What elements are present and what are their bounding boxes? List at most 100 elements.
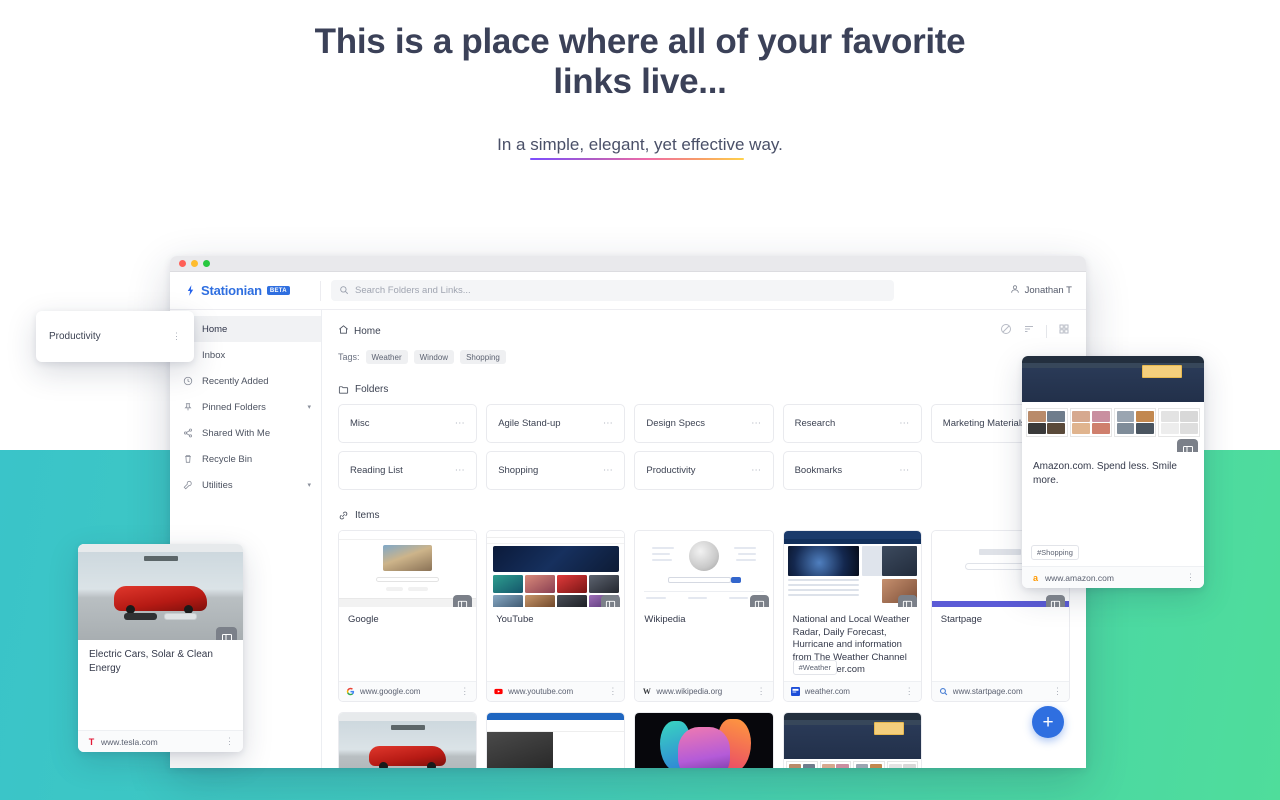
sidebar-item-shared-with-me[interactable]: Shared With Me bbox=[170, 420, 321, 446]
add-button[interactable]: + bbox=[1032, 706, 1064, 738]
folder-menu-icon[interactable]: ⋯ bbox=[603, 465, 614, 476]
folder-menu-icon[interactable]: ⋯ bbox=[751, 465, 762, 476]
link-card[interactable] bbox=[486, 712, 626, 768]
pin-icon bbox=[182, 402, 193, 413]
breadcrumb-label: Home bbox=[354, 325, 381, 337]
hero-subtitle-prefix: In a bbox=[497, 135, 531, 154]
tags-label: Tags: bbox=[338, 352, 360, 362]
app-window: Stationian BETA Jonathan T bbox=[170, 256, 1086, 768]
reader-view-icon[interactable] bbox=[749, 595, 769, 607]
window-maximize-button[interactable] bbox=[203, 260, 210, 267]
folder-menu-icon[interactable]: ⋯ bbox=[899, 465, 910, 476]
reader-view-icon[interactable] bbox=[897, 595, 917, 607]
folder-card[interactable]: Design Specs ⋯ bbox=[634, 404, 774, 443]
link-card[interactable]: YouTube www.youtube.com ⋮ bbox=[486, 530, 626, 702]
breadcrumb[interactable]: Home bbox=[338, 324, 381, 338]
folder-name: Design Specs bbox=[646, 418, 706, 429]
folder-card[interactable]: Bookmarks ⋯ bbox=[782, 451, 922, 490]
link-body: Wikipedia bbox=[635, 607, 772, 681]
reader-view-icon[interactable] bbox=[453, 595, 473, 607]
link-card[interactable]: Wikipedia W www.wikipedia.org ⋮ bbox=[634, 530, 774, 702]
reader-view-icon[interactable] bbox=[601, 595, 621, 607]
link-card[interactable] bbox=[338, 712, 478, 768]
trash-icon bbox=[182, 454, 193, 465]
link-tag[interactable]: #Shopping bbox=[1031, 545, 1079, 560]
app-body: Home Inbox Recently Added Pinned Folders… bbox=[170, 310, 1086, 768]
sidebar-item-label: Recently Added bbox=[202, 375, 269, 387]
link-menu-icon[interactable]: ⋮ bbox=[757, 686, 766, 697]
window-close-button[interactable] bbox=[179, 260, 186, 267]
sidebar-item-label: Pinned Folders bbox=[202, 401, 266, 413]
link-card[interactable] bbox=[782, 712, 922, 768]
folder-menu-icon[interactable]: ⋯ bbox=[455, 418, 466, 429]
link-menu-icon[interactable]: ⋮ bbox=[608, 686, 617, 697]
folder-menu-icon[interactable]: ⋯ bbox=[455, 465, 466, 476]
folder-menu-icon[interactable]: ⋯ bbox=[603, 418, 614, 429]
link-menu-icon[interactable]: ⋮ bbox=[225, 736, 234, 747]
link-card[interactable]: Google www.google.com ⋮ bbox=[338, 530, 478, 702]
sidebar-item-pinned-folders[interactable]: Pinned Folders ▾ bbox=[170, 394, 321, 420]
app-topbar: Stationian BETA Jonathan T bbox=[170, 272, 1086, 310]
link-title: Google bbox=[348, 614, 379, 625]
grid-view-icon[interactable] bbox=[1058, 322, 1070, 340]
folder-name: Research bbox=[794, 418, 836, 429]
floating-folder-card[interactable]: Productivity ⋮ bbox=[36, 311, 194, 362]
link-card[interactable]: National and Local Weather Radar, Daily … bbox=[782, 530, 922, 702]
tag-chip[interactable]: Window bbox=[413, 350, 455, 364]
neon-site-mock bbox=[635, 713, 773, 768]
sidebar-item-recently-added[interactable]: Recently Added bbox=[170, 368, 321, 394]
folder-card[interactable]: Agile Stand-up ⋯ bbox=[486, 404, 626, 443]
window-minimize-button[interactable] bbox=[191, 260, 198, 267]
folder-name: Shopping bbox=[498, 465, 539, 476]
brand-logo[interactable]: Stationian BETA bbox=[184, 283, 316, 298]
folders-grid: Misc ⋯ Agile Stand-up ⋯ Design Specs ⋯ R… bbox=[338, 404, 1070, 490]
folder-card[interactable]: Reading List ⋯ bbox=[338, 451, 478, 490]
toolbar-divider bbox=[1046, 324, 1047, 338]
tag-chip[interactable]: Weather bbox=[365, 350, 408, 364]
tag-chip[interactable]: Shopping bbox=[460, 350, 506, 364]
share-icon bbox=[182, 428, 193, 439]
chevron-down-icon: ▾ bbox=[307, 482, 311, 489]
link-menu-icon[interactable]: ⋮ bbox=[1053, 686, 1062, 697]
link-url: weather.com bbox=[804, 687, 850, 696]
folder-menu-icon[interactable]: ⋯ bbox=[751, 418, 762, 429]
link-thumbnail bbox=[487, 531, 625, 607]
sidebar-item-label: Utilities bbox=[202, 479, 233, 491]
items-heading: Items bbox=[355, 510, 380, 521]
link-menu-icon[interactable]: ⋮ bbox=[1186, 572, 1195, 583]
search-favicon bbox=[939, 687, 948, 696]
no-entry-icon[interactable] bbox=[1000, 322, 1012, 340]
folder-card[interactable]: Research ⋯ bbox=[782, 404, 922, 443]
search-input[interactable] bbox=[355, 285, 886, 296]
reader-view-icon[interactable] bbox=[1177, 439, 1198, 452]
dc-windows-site-mock bbox=[487, 713, 625, 768]
breadcrumb-row: Home bbox=[338, 322, 1070, 340]
reader-view-icon[interactable] bbox=[1045, 595, 1065, 607]
items-section-header: Items bbox=[338, 510, 1070, 521]
link-icon bbox=[338, 510, 349, 521]
link-url: www.startpage.com bbox=[952, 687, 1023, 696]
floating-tesla-card[interactable]: Electric Cars, Solar & Clean Energy T ww… bbox=[78, 544, 243, 752]
hero-subtitle-suffix: way. bbox=[744, 135, 783, 154]
search-bar[interactable] bbox=[331, 280, 894, 301]
floating-amazon-card[interactable]: Amazon.com. Spend less. Smile more. #Sho… bbox=[1022, 356, 1204, 588]
sidebar-item-recycle-bin[interactable]: Recycle Bin bbox=[170, 446, 321, 472]
link-menu-icon[interactable]: ⋮ bbox=[905, 686, 914, 697]
link-menu-icon[interactable]: ⋮ bbox=[460, 686, 469, 697]
folder-name: Misc bbox=[350, 418, 370, 429]
folder-menu-icon[interactable]: ⋮ bbox=[172, 331, 181, 342]
google-favicon bbox=[346, 687, 355, 696]
link-card[interactable] bbox=[634, 712, 774, 768]
sidebar-item-utilities[interactable]: Utilities ▾ bbox=[170, 472, 321, 498]
folder-card[interactable]: Misc ⋯ bbox=[338, 404, 478, 443]
link-title: Startpage bbox=[940, 614, 982, 625]
user-menu[interactable]: Jonathan T bbox=[1010, 284, 1072, 297]
reader-view-icon[interactable] bbox=[216, 627, 237, 640]
folder-menu-icon[interactable]: ⋯ bbox=[899, 418, 910, 429]
link-tag[interactable]: #Weather bbox=[792, 660, 837, 675]
folder-card[interactable]: Productivity ⋯ bbox=[634, 451, 774, 490]
sort-icon[interactable] bbox=[1023, 322, 1035, 340]
link-thumbnail bbox=[339, 531, 477, 607]
clock-icon bbox=[182, 376, 193, 387]
folder-card[interactable]: Shopping ⋯ bbox=[486, 451, 626, 490]
